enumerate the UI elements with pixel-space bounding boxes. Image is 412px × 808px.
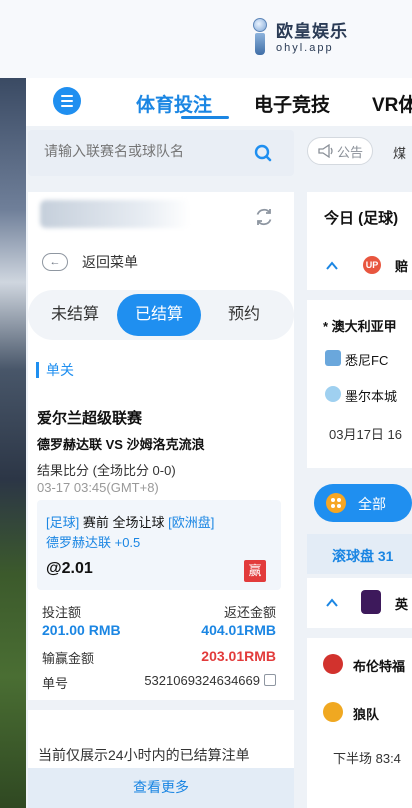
team-b: 狼队 (353, 707, 380, 722)
order-value: 5321069324634669 (144, 673, 260, 688)
order-label: 单号 (42, 676, 69, 691)
odds-format: [欧洲盘] (168, 515, 215, 530)
live-label: 滚球盘 31 (332, 548, 394, 564)
tab-reserved[interactable]: 预约 (202, 294, 286, 336)
sport-tag: [足球] (46, 515, 80, 530)
return-value: 404.01RMB (201, 622, 276, 638)
bet-history-panel: ← 返回菜单 未结算 已结算 预约 单关 爱尔兰超级联赛 德罗赫达联 VS 沙姆… (28, 192, 294, 808)
match-date: 03月17日 16 (329, 427, 402, 442)
announcement: 公告 煤 (307, 137, 412, 167)
brand-domain: ohyl.app (276, 41, 334, 54)
back-arrow-icon: ← (42, 253, 68, 271)
megaphone-icon (318, 144, 333, 158)
stake-value: 201.00 RMB (42, 622, 121, 638)
selection: 德罗赫达联 +0.5 (46, 535, 141, 550)
grid-icon (326, 493, 346, 513)
announcement-text: 煤 (393, 146, 407, 161)
odds-value: @2.01 (46, 560, 93, 577)
win-badge: 赢 (244, 560, 266, 582)
league-name-right: * 澳大利亚甲 (323, 319, 397, 334)
chevron-up-icon[interactable] (325, 259, 339, 273)
search-icon[interactable] (253, 143, 273, 163)
return-label: 返还金额 (223, 605, 276, 620)
league-name: 爱尔兰超级联赛 (37, 410, 143, 427)
all-label: 全部 (358, 496, 386, 512)
team-logo-icon (325, 386, 341, 402)
app-header: 欧皇娱乐 ohyl.app (0, 0, 412, 78)
brand-name: 欧皇娱乐 (276, 21, 348, 41)
market-desc: 赛前 全场让球 (82, 515, 165, 530)
trophy-icon (250, 18, 270, 58)
search-bar (28, 130, 294, 176)
menu-button[interactable] (53, 87, 81, 115)
team-logo-icon (325, 350, 341, 366)
user-row (28, 192, 294, 242)
today-title: 今日 (足球) (324, 210, 399, 227)
epl-label: 英 (395, 597, 409, 612)
search-input[interactable] (44, 143, 244, 159)
brand-logo[interactable]: 欧皇娱乐 ohyl.app (250, 18, 348, 58)
winloss-label: 输赢金额 (42, 651, 95, 666)
back-to-menu[interactable]: ← 返回菜单 (42, 252, 138, 272)
up-badge-icon: UP (363, 256, 381, 274)
tab-sports-betting[interactable]: 体育投注 (136, 90, 212, 117)
masked-username (40, 200, 190, 228)
announcement-button[interactable]: 公告 (307, 137, 373, 165)
see-more-button[interactable]: 查看更多 (28, 768, 294, 808)
stadium-background (0, 78, 26, 808)
announcement-label: 公告 (337, 144, 364, 160)
live-header[interactable]: 滚球盘 31 (307, 534, 412, 574)
match-list: 今日 (足球) UP 赔 * 澳大利亚甲 悉尼FC 墨尔本城 03月17日 16… (307, 192, 412, 808)
premier-league-icon (361, 590, 381, 614)
section-title: 单关 (46, 362, 74, 378)
bet-selection-box: [足球] 赛前 全场让球 [欧洲盘] 德罗赫达联 +0.5 @2.01 赢 (37, 500, 281, 590)
tab-settled[interactable]: 已结算 (117, 294, 201, 336)
tab-esports[interactable]: 电子竞技 (254, 90, 330, 117)
match-name: 德罗赫达联 VS 沙姆洛克流浪 (37, 437, 205, 452)
team-logo-icon (323, 702, 343, 722)
match-clock: 下半场 83:4 (333, 751, 401, 766)
match-time: 03-17 03:45(GMT+8) (37, 480, 159, 495)
team-logo-icon (323, 654, 343, 674)
tab-vr-sports[interactable]: VR体 (372, 90, 412, 117)
bet-status-tabs: 未结算 已结算 预约 (28, 290, 294, 340)
copy-icon[interactable] (264, 674, 276, 686)
epl-header[interactable]: 英 (307, 578, 412, 628)
refresh-icon[interactable] (253, 206, 275, 228)
winloss-value: 203.01RMB (201, 648, 276, 664)
active-tab-indicator (181, 116, 229, 119)
divider (28, 700, 294, 710)
away-team: 墨尔本城 (345, 389, 398, 404)
settled-note: 当前仅展示24小时内的已结算注单 (38, 747, 250, 763)
match-result: 结果比分 (全场比分 0-0) (37, 463, 176, 478)
home-team: 悉尼FC (345, 353, 389, 368)
tab-unsettled[interactable]: 未结算 (34, 294, 116, 336)
live-match-card[interactable]: 布伦特福 狼队 下半场 83:4 (307, 638, 412, 808)
all-filter-button[interactable]: 全部 (314, 484, 412, 522)
back-label: 返回菜单 (82, 254, 138, 270)
group-label: 赔 (395, 259, 409, 274)
match-card[interactable]: * 澳大利亚甲 悉尼FC 墨尔本城 03月17日 16 (307, 300, 412, 468)
chevron-up-icon[interactable] (325, 596, 339, 610)
section-single-bet: 单关 (36, 360, 74, 380)
sport-nav: 体育投注 电子竞技 VR体 (26, 78, 412, 126)
order-number: 5321069324634669 (144, 673, 276, 688)
stake-label: 投注额 (42, 605, 82, 620)
today-header-card: 今日 (足球) UP 赔 (307, 192, 412, 290)
team-a: 布伦特福 (353, 659, 406, 674)
